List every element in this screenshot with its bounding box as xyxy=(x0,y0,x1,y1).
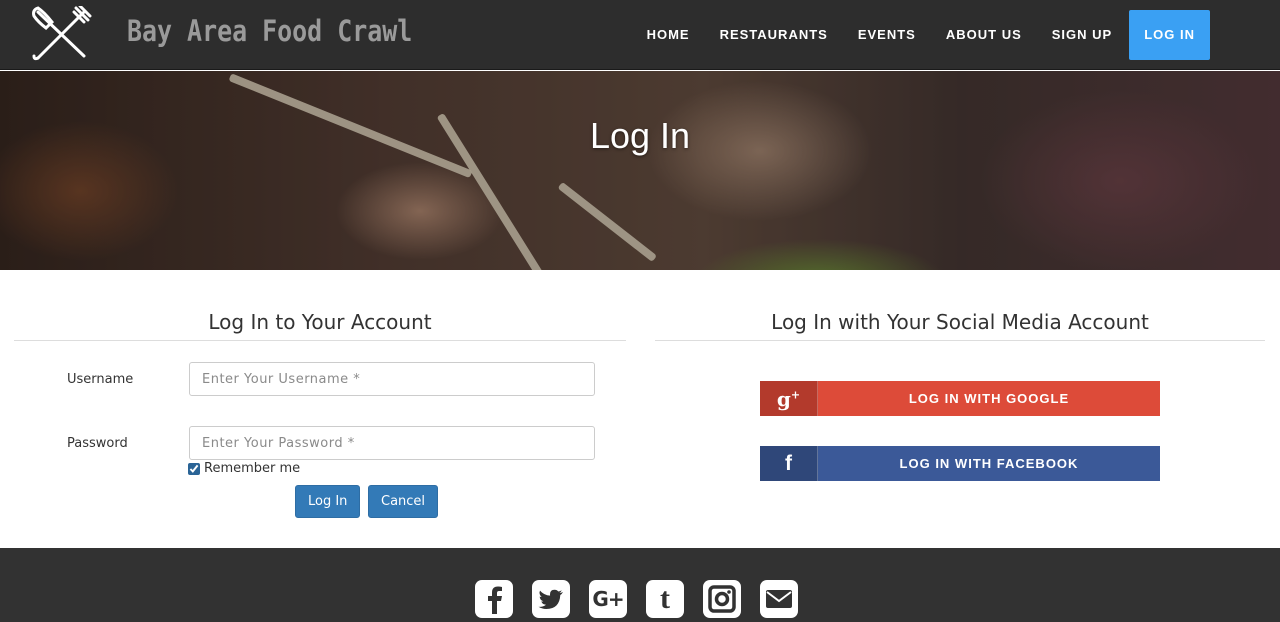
username-label: Username xyxy=(67,372,134,387)
nav-about-us[interactable]: ABOUT US xyxy=(931,10,1037,60)
password-input[interactable] xyxy=(189,426,595,460)
username-input[interactable] xyxy=(189,362,595,396)
twitter-icon[interactable] xyxy=(532,580,570,618)
login-submit-button[interactable]: Log In xyxy=(295,485,361,518)
fork-knife-logo-icon[interactable] xyxy=(30,6,92,62)
account-login-panel: Log In to Your Account xyxy=(14,310,626,341)
main-nav: HOME RESTAURANTS EVENTS ABOUT US SIGN UP… xyxy=(632,10,1210,60)
nav-home[interactable]: HOME xyxy=(632,10,705,60)
cancel-button[interactable]: Cancel xyxy=(368,485,439,518)
site-footer: G+ t xyxy=(0,548,1280,622)
google-login-button[interactable]: g+ LOG IN WITH GOOGLE xyxy=(760,381,1160,416)
nav-restaurants[interactable]: RESTAURANTS xyxy=(705,10,843,60)
password-row: Password xyxy=(14,426,626,470)
facebook-icon[interactable] xyxy=(475,580,513,618)
social-login-panel: Log In with Your Social Media Account xyxy=(655,310,1265,341)
account-login-heading: Log In to Your Account xyxy=(14,310,626,341)
password-label: Password xyxy=(67,436,128,451)
instagram-icon[interactable] xyxy=(703,580,741,618)
footer-social-links: G+ t xyxy=(475,580,798,618)
hero-decoration xyxy=(557,181,658,263)
facebook-login-button[interactable]: f LOG IN WITH FACEBOOK xyxy=(760,446,1160,481)
nav-log-in[interactable]: LOG IN xyxy=(1129,10,1210,60)
google-plus-icon: g+ xyxy=(760,381,818,416)
remember-me[interactable]: Remember me xyxy=(188,461,300,476)
tumblr-icon[interactable]: t xyxy=(646,580,684,618)
page-title: Log In xyxy=(589,115,691,156)
hero-banner: Log In xyxy=(0,71,1280,270)
google-plus-icon[interactable]: G+ xyxy=(589,580,627,618)
facebook-icon: f xyxy=(760,446,818,481)
remember-me-checkbox[interactable] xyxy=(188,462,200,475)
facebook-login-label: LOG IN WITH FACEBOOK xyxy=(899,456,1079,471)
username-row: Username xyxy=(14,362,626,406)
nav-events[interactable]: EVENTS xyxy=(843,10,931,60)
nav-sign-up[interactable]: SIGN UP xyxy=(1037,10,1127,60)
email-icon[interactable] xyxy=(760,580,798,618)
top-navbar: Bay Area Food Crawl HOME RESTAURANTS EVE… xyxy=(0,0,1280,70)
site-brand-title[interactable]: Bay Area Food Crawl xyxy=(127,14,412,48)
social-login-heading: Log In with Your Social Media Account xyxy=(655,310,1265,341)
google-login-label: LOG IN WITH GOOGLE xyxy=(908,391,1070,406)
remember-me-label: Remember me xyxy=(204,461,301,476)
